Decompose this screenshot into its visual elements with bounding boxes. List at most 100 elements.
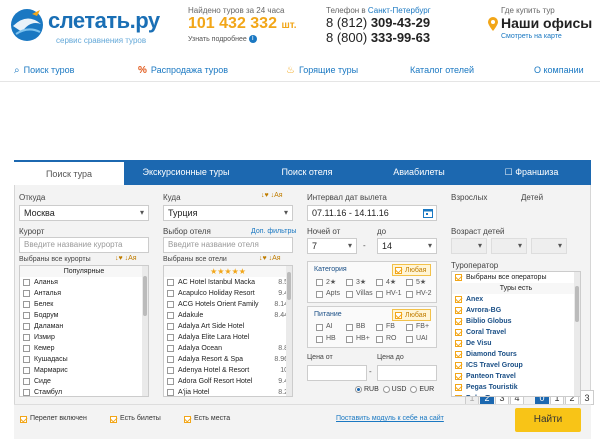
logo[interactable]: слетать.ру сервис сравнения туров: [8, 6, 160, 46]
hotel-item[interactable]: AC Hotel Istanbul Macka 8.5: [164, 277, 292, 288]
hotel-checkbox[interactable]: [167, 389, 174, 396]
resort-item[interactable]: Бодрум: [20, 310, 148, 321]
meal-option-checkbox[interactable]: [406, 336, 413, 343]
resort-checkbox[interactable]: [23, 301, 30, 308]
operator-checkbox[interactable]: [455, 362, 462, 369]
resort-item[interactable]: Аланья: [20, 277, 148, 288]
meal-option[interactable]: FB: [376, 323, 395, 331]
map-link[interactable]: Смотреть на карте: [488, 33, 592, 40]
meal-option[interactable]: AI: [316, 323, 333, 331]
resort-checkbox[interactable]: [23, 279, 30, 286]
seats-available-checkbox[interactable]: Есть места: [184, 415, 230, 423]
hotel-stars-filter[interactable]: ★★★★★: [164, 266, 292, 277]
nav-hotel-catalog[interactable]: Каталог отелей: [410, 65, 474, 75]
resort-checkbox[interactable]: [23, 345, 30, 352]
resort-item[interactable]: Кемер: [20, 343, 148, 354]
category-option-checkbox[interactable]: [376, 291, 383, 298]
hotel-filters-link[interactable]: Доп. фильтры: [251, 228, 296, 235]
meal-option[interactable]: HB: [316, 335, 336, 343]
calendar-icon[interactable]: [423, 208, 433, 218]
find-button[interactable]: Найти: [515, 408, 581, 432]
operator-checkbox[interactable]: [455, 318, 462, 325]
hotel-item[interactable]: Acapulco Holiday Resort 9.4: [164, 288, 292, 299]
hotel-item[interactable]: Adalya Resort & Spa 8.96: [164, 354, 292, 365]
resort-sort-icons[interactable]: ↓♥ ↓Aя: [115, 255, 137, 262]
meal-option[interactable]: UAI: [406, 335, 428, 343]
meal-option-checkbox[interactable]: [376, 336, 383, 343]
operator-item[interactable]: Diamond Tours: [452, 349, 580, 360]
hotel-checkbox[interactable]: [167, 367, 174, 374]
city-link[interactable]: Санкт-Петербург: [368, 6, 431, 15]
install-module-link[interactable]: Поставить модуль к себе на сайт: [336, 415, 444, 422]
resort-item[interactable]: Мармарис: [20, 365, 148, 376]
category-option-checkbox[interactable]: [376, 279, 383, 286]
resort-item[interactable]: Измир: [20, 332, 148, 343]
currency-rub[interactable]: RUB: [355, 386, 379, 393]
hotel-item[interactable]: Adalya Ocean 8.8: [164, 343, 292, 354]
operator-item[interactable]: ICS Travel Group: [452, 360, 580, 371]
hotel-checkbox[interactable]: [167, 290, 174, 297]
tab-hotel-search[interactable]: Поиск отеля: [248, 160, 366, 185]
meal-option-checkbox[interactable]: [346, 336, 353, 343]
hotel-item[interactable]: ACG Hotels Orient Family 8.14: [164, 299, 292, 310]
operator-checkbox[interactable]: [455, 296, 462, 303]
operator-checkbox[interactable]: [455, 395, 462, 396]
tickets-available-checkbox[interactable]: Есть билеты: [110, 415, 161, 423]
meal-option-checkbox[interactable]: [316, 324, 323, 331]
operator-checkbox[interactable]: [455, 351, 462, 358]
category-option[interactable]: 2★: [316, 278, 336, 286]
children-option[interactable]: 3: [580, 390, 594, 405]
resort-checkbox[interactable]: [23, 367, 30, 374]
operator-item[interactable]: Pegas Touristik: [452, 382, 580, 393]
hotel-item[interactable]: Adora Golf Resort Hotel 9.4: [164, 376, 292, 387]
resort-checkbox[interactable]: [23, 323, 30, 330]
resort-checkbox[interactable]: [23, 378, 30, 385]
resort-checkbox[interactable]: [23, 334, 30, 341]
phone-2[interactable]: 8 (800) 333-99-63: [326, 30, 431, 45]
meal-option[interactable]: FB+: [406, 323, 429, 331]
resort-item[interactable]: Кушадасы: [20, 354, 148, 365]
tab-excursion-tours[interactable]: Экскурсионные туры: [124, 160, 248, 185]
nav-search-tours[interactable]: ⌕ Поиск туров: [14, 65, 74, 76]
category-option-checkbox[interactable]: [316, 291, 323, 298]
operators-all[interactable]: Выбраны все операторы: [452, 272, 580, 283]
country-sort-icons[interactable]: ↓♥ ↓Aя: [261, 192, 283, 199]
tab-tour-search[interactable]: Поиск тура: [14, 160, 124, 185]
currency-eur[interactable]: EUR: [410, 386, 434, 393]
hotel-item[interactable]: Adalya Elite Lara Hotel: [164, 332, 292, 343]
resort-checkbox[interactable]: [23, 290, 30, 297]
meal-option[interactable]: HB+: [346, 335, 370, 343]
resort-item[interactable]: Даламан: [20, 321, 148, 332]
operator-scrollbar[interactable]: [574, 272, 580, 396]
hotel-checkbox[interactable]: [167, 334, 174, 341]
hotel-checkbox[interactable]: [167, 312, 174, 319]
hotel-scrollbar[interactable]: [286, 266, 292, 396]
category-option[interactable]: HV-2: [406, 290, 432, 298]
from-select[interactable]: Москва ▾: [19, 205, 149, 221]
hotel-checkbox[interactable]: [167, 378, 174, 385]
hotel-checkbox[interactable]: [167, 345, 174, 352]
operator-checkbox[interactable]: [455, 307, 462, 314]
meal-option-checkbox[interactable]: [316, 336, 323, 343]
nights-from-select[interactable]: 7 ▾: [307, 238, 357, 254]
operator-checkbox[interactable]: [455, 329, 462, 336]
hotel-item[interactable]: Adenya Hotel & Resort 10: [164, 365, 292, 376]
category-option[interactable]: Apts: [316, 290, 340, 298]
nav-about[interactable]: О компании: [534, 65, 584, 75]
found-more-link[interactable]: Узнать подробнее i: [188, 35, 297, 43]
operator-checkbox[interactable]: [455, 340, 462, 347]
currency-usd[interactable]: USD: [382, 386, 406, 393]
meal-option-checkbox[interactable]: [376, 324, 383, 331]
child-age-1[interactable]: ▾: [451, 238, 487, 254]
child-age-3[interactable]: ▾: [531, 238, 567, 254]
resort-scrollbar[interactable]: [142, 266, 148, 396]
hotel-item[interactable]: Adalya Art Side Hotel: [164, 321, 292, 332]
flight-included-checkbox[interactable]: Перелет включен: [20, 415, 87, 423]
hotel-checkbox[interactable]: [167, 356, 174, 363]
resort-item[interactable]: Анталья: [20, 288, 148, 299]
resort-checkbox[interactable]: [23, 356, 30, 363]
operator-checkbox[interactable]: [455, 384, 462, 391]
offices-link[interactable]: Наши офисы: [488, 15, 592, 32]
category-option[interactable]: HV-1: [376, 290, 402, 298]
price-to-input[interactable]: [377, 365, 437, 381]
